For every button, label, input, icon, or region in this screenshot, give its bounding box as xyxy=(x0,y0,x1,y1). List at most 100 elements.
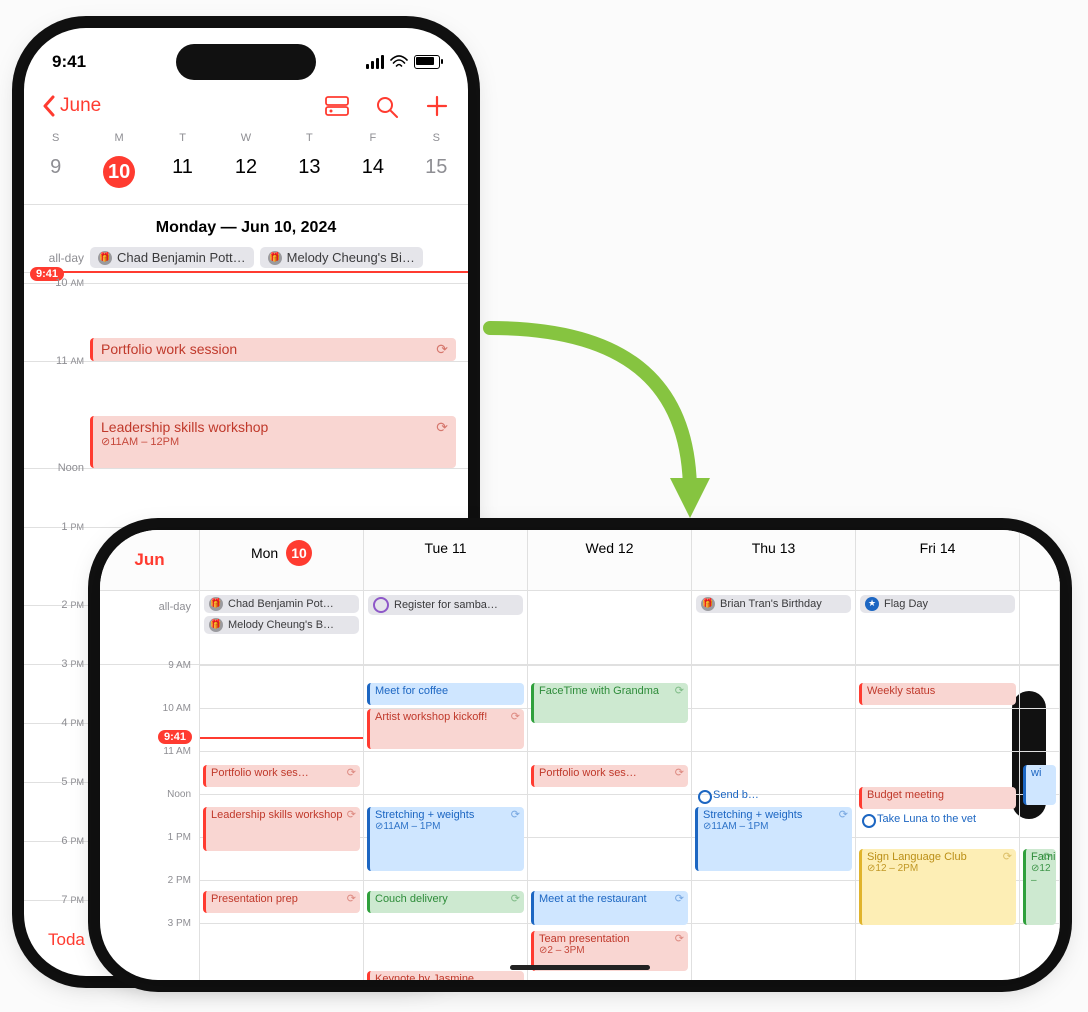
allday-cell[interactable]: 🎁Brian Tran's Birthday xyxy=(692,591,856,666)
back-label: June xyxy=(60,95,101,117)
event-subtitle: ⊘11AM – 1PM xyxy=(703,821,847,833)
event-title: Take Luna to the vet xyxy=(877,813,976,825)
event-title: wi xyxy=(1031,767,1041,779)
allday-cell[interactable]: Register for samba… xyxy=(364,591,528,666)
allday-cell[interactable] xyxy=(528,591,692,666)
repeat-icon: ⟳ xyxy=(347,893,356,905)
event-block[interactable]: Family⊘12 –⟳ xyxy=(1023,849,1056,925)
day-cell[interactable]: 15 xyxy=(405,150,468,194)
event-block[interactable]: Sign Language Club⊘12 – 2PM⟳ xyxy=(859,849,1016,925)
event-block[interactable]: Take Luna to the vet xyxy=(859,811,1016,831)
day-header[interactable]: Fri 14 xyxy=(856,530,1020,591)
allday-cell[interactable]: 🎁Chad Benjamin Pot… 🎁Melody Cheung's B… xyxy=(200,591,364,666)
event-title: Artist workshop kickoff! xyxy=(375,711,487,723)
event-block[interactable]: wi xyxy=(1023,765,1056,805)
allday-pill[interactable]: Register for samba… xyxy=(368,595,523,615)
event-block[interactable]: Leadership skills workshop⊘11AM – 12PM⟳ xyxy=(90,416,456,468)
day-cell[interactable]: 13 xyxy=(278,150,341,194)
allday-pill[interactable]: 🎁Chad Benjamin Pott… xyxy=(90,247,254,268)
today-button[interactable]: Toda xyxy=(48,930,85,950)
back-button[interactable]: June xyxy=(42,95,101,117)
day-cell[interactable]: 12 xyxy=(214,150,277,194)
day-numbers-row[interactable]: 9101112131415 xyxy=(24,144,468,205)
event-title: Keynote by Jasmine xyxy=(375,973,474,980)
event-block[interactable]: Presentation prep ⟳ xyxy=(203,891,360,913)
event-block[interactable]: Stretching + weights⊘11AM – 1PM⟳ xyxy=(695,807,852,871)
list-view-icon[interactable] xyxy=(324,94,350,118)
allday-pill[interactable]: 🎁Melody Cheung's B… xyxy=(204,616,359,634)
event-block[interactable]: Stretching + weights⊘11AM – 1PM⟳ xyxy=(367,807,524,871)
event-title: Leadership skills workshop xyxy=(211,809,342,821)
day-column[interactable]: 9:41Portfolio work ses…⟳Leadership skill… xyxy=(200,665,364,980)
wifi-icon xyxy=(390,55,408,69)
allday-pill[interactable]: 🎁Chad Benjamin Pot… xyxy=(204,595,359,613)
day-cell[interactable]: 10 xyxy=(87,150,150,194)
repeat-icon: ⟳ xyxy=(511,809,520,821)
weekday-label: W xyxy=(214,132,277,144)
event-block[interactable]: Meet at the restaurant⟳ xyxy=(531,891,688,925)
event-block[interactable]: Leadership skills workshop⟳ xyxy=(203,807,360,851)
repeat-icon: ⟳ xyxy=(675,893,684,905)
allday-pill[interactable]: 🎁Brian Tran's Birthday xyxy=(696,595,851,613)
hour-row: 11 AM xyxy=(24,361,468,420)
event-block[interactable]: Budget meeting xyxy=(859,787,1016,809)
day-column[interactable]: Weekly status Budget meeting Take Luna to … xyxy=(856,665,1020,980)
allday-row: all-day 🎁Chad Benjamin Pott…🎁Melody Cheu… xyxy=(24,243,468,273)
allday-cell[interactable]: ★Flag Day xyxy=(856,591,1020,666)
event-block[interactable]: Weekly status xyxy=(859,683,1016,705)
now-time: 9:41 xyxy=(158,730,192,744)
weekday-label: S xyxy=(24,132,87,144)
weekday-label: S xyxy=(405,132,468,144)
allday-text: Melody Cheung's Bi… xyxy=(287,250,415,265)
gift-icon: 🎁 xyxy=(98,251,112,265)
event-title: Send b… xyxy=(713,789,759,801)
gift-icon: 🎁 xyxy=(209,618,223,632)
gift-icon: 🎁 xyxy=(268,251,282,265)
week-grid[interactable]: JunMon 10Tue 11Wed 12Thu 13Fri 14all-day… xyxy=(100,530,1060,980)
allday-pill[interactable]: ★Flag Day xyxy=(860,595,1015,613)
battery-icon xyxy=(414,55,440,69)
event-title: Portfolio work ses… xyxy=(539,767,637,779)
event-block[interactable]: Artist workshop kickoff!⟳ xyxy=(367,709,524,749)
event-subtitle: ⊘2 – 3PM xyxy=(539,945,683,957)
allday-pill[interactable]: 🎁 Melody Cheung's Bi… xyxy=(260,247,423,268)
day-header-partial xyxy=(1020,530,1060,591)
now-indicator: 9:41 xyxy=(200,737,363,739)
day-column[interactable]: Meet for coffeeArtist workshop kickoff!⟳… xyxy=(364,665,528,980)
repeat-icon: ⟳ xyxy=(675,685,684,697)
event-block[interactable]: Portfolio work ses…⟳ xyxy=(531,765,688,787)
event-subtitle: ⊘11AM – 12PM xyxy=(101,435,268,448)
weekday-row: SMTWTFS xyxy=(24,132,468,144)
event-title: FaceTime with Grandma xyxy=(539,685,659,697)
hour-row: 10 AM xyxy=(24,283,468,342)
day-cell[interactable]: 14 xyxy=(341,150,404,194)
allday-label: all-day xyxy=(34,251,84,265)
event-block[interactable]: FaceTime with Grandma ⟳ xyxy=(531,683,688,723)
header-actions xyxy=(324,94,450,118)
event-block[interactable]: Send b… xyxy=(695,787,852,807)
add-icon[interactable] xyxy=(424,94,450,118)
day-cell[interactable]: 11 xyxy=(151,150,214,194)
hour-label: 2 PM xyxy=(24,599,94,611)
now-indicator: 9:41 xyxy=(32,271,468,274)
event-title: Portfolio work ses… xyxy=(211,767,309,779)
nav-header: June xyxy=(24,86,468,126)
hour-label: 7 PM xyxy=(24,894,94,906)
day-column[interactable]: FaceTime with Grandma ⟳ Portfolio work ses… xyxy=(528,665,692,980)
event-title: Meet for coffee xyxy=(375,685,448,697)
event-block[interactable]: Couch delivery⟳ xyxy=(367,891,524,913)
event-block[interactable]: Portfolio work session⟳ xyxy=(90,338,456,361)
event-block[interactable]: Keynote by Jasmine xyxy=(367,971,524,980)
hour-label: 11 AM xyxy=(24,355,94,367)
event-block[interactable]: Meet for coffee xyxy=(367,683,524,705)
day-cell[interactable]: 9 xyxy=(24,150,87,194)
search-icon[interactable] xyxy=(374,94,400,118)
event-block[interactable]: Portfolio work ses…⟳ xyxy=(203,765,360,787)
day-header[interactable]: Mon 10 xyxy=(200,530,364,591)
signal-icon xyxy=(366,55,384,69)
hour-label: 6 PM xyxy=(24,835,94,847)
hour-label: Noon xyxy=(24,462,94,474)
event-title: Presentation prep xyxy=(211,893,298,905)
day-column[interactable]: Send b… Stretching + weights⊘11AM – 1PM⟳ xyxy=(692,665,856,980)
day-column[interactable]: wi Family⊘12 –⟳ xyxy=(1020,665,1060,980)
